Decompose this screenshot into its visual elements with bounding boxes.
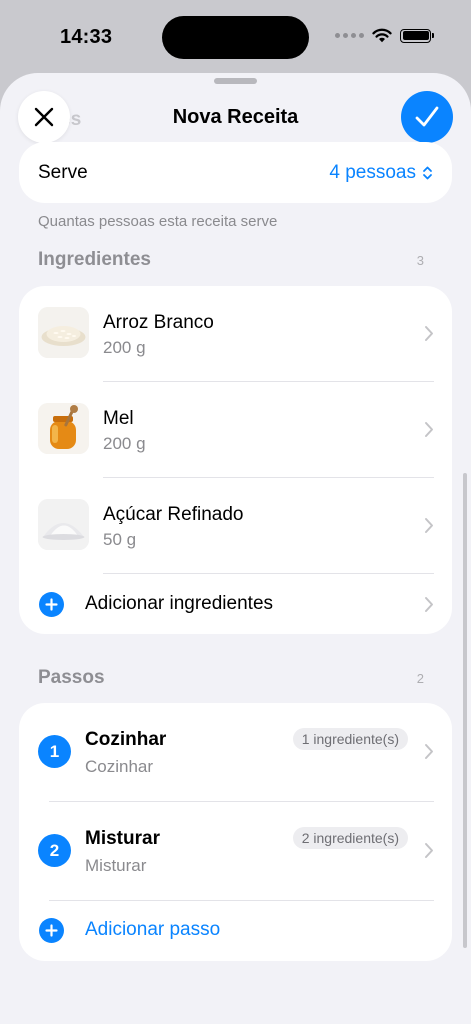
add-step-label: Adicionar passo [85, 919, 221, 940]
rice-image [38, 307, 89, 358]
step-row[interactable]: 2 Misturar Misturar 2 ingrediente(s) [19, 802, 452, 900]
new-recipe-sheet: ções Nova Receita Serve 4 pessoas Quanta… [0, 73, 471, 1024]
steps-title: Passos [38, 667, 105, 688]
step-number: 2 [38, 834, 71, 867]
plus-circle-icon [39, 592, 64, 617]
serve-footnote: Quantas pessoas esta receita serve [38, 213, 278, 230]
ingredient-row[interactable]: Arroz Branco 200 g [19, 286, 452, 382]
step-row[interactable]: 1 Cozinhar Cozinhar 1 ingrediente(s) [19, 703, 452, 801]
ingredients-title: Ingredientes [38, 249, 151, 270]
chevron-right-icon [425, 422, 433, 437]
ingredient-row[interactable]: Açúcar Refinado 50 g [19, 478, 452, 574]
plus-circle-icon [39, 918, 64, 943]
cellular-signal-icon [335, 33, 364, 38]
ingredients-list: Arroz Branco 200 g Mel 200 g Açúcar Refi… [19, 286, 452, 634]
ingredient-amount: 200 g [103, 434, 146, 453]
honey-jar-image [38, 403, 89, 454]
step-number: 1 [38, 735, 71, 768]
step-subtitle: Misturar [85, 856, 147, 875]
chevron-right-icon [425, 326, 433, 341]
serve-picker[interactable]: 4 pessoas [329, 162, 433, 184]
ingredient-name: Arroz Branco [103, 312, 214, 333]
ingredient-amount: 200 g [103, 338, 146, 357]
chevron-up-down-icon [423, 166, 432, 179]
chevron-right-icon [425, 518, 433, 533]
ingredient-amount: 50 g [103, 530, 137, 549]
serve-value: 4 pessoas [329, 161, 416, 183]
step-ingredient-badge: 1 ingrediente(s) [292, 728, 408, 750]
chevron-right-icon [425, 843, 433, 858]
add-step-button[interactable]: Adicionar passo [19, 901, 452, 961]
wifi-icon [372, 28, 392, 43]
sheet-grabber[interactable] [214, 78, 257, 84]
checkmark-icon [415, 106, 439, 127]
status-bar: 14:33 [0, 0, 471, 75]
status-time: 14:33 [60, 26, 113, 48]
steps-count: 2 [416, 671, 424, 686]
step-title: Cozinhar [85, 729, 167, 750]
serve-row[interactable]: Serve 4 pessoas [19, 142, 452, 203]
battery-icon [400, 28, 434, 43]
status-icons [335, 28, 434, 43]
step-ingredient-badge: 2 ingrediente(s) [292, 827, 408, 849]
ingredients-count: 3 [416, 253, 424, 268]
step-title: Misturar [85, 828, 160, 849]
ingredients-header: Ingredientes 3 [38, 249, 424, 271]
add-ingredients-label: Adicionar ingredientes [85, 593, 274, 614]
steps-header: Passos 2 [38, 667, 424, 689]
step-subtitle: Cozinhar [85, 757, 154, 776]
ingredient-name: Açúcar Refinado [103, 504, 244, 525]
serve-label: Serve [38, 161, 88, 183]
chevron-right-icon [425, 597, 433, 612]
add-ingredients-button[interactable]: Adicionar ingredientes [19, 574, 452, 634]
sugar-image [38, 499, 89, 550]
ingredient-row[interactable]: Mel 200 g [19, 382, 452, 478]
dynamic-island [162, 16, 309, 59]
save-button[interactable] [401, 91, 453, 143]
steps-list: 1 Cozinhar Cozinhar 1 ingrediente(s) 2 M… [19, 703, 452, 961]
ingredient-name: Mel [103, 408, 134, 429]
scroll-indicator[interactable] [463, 473, 467, 948]
chevron-right-icon [425, 744, 433, 759]
